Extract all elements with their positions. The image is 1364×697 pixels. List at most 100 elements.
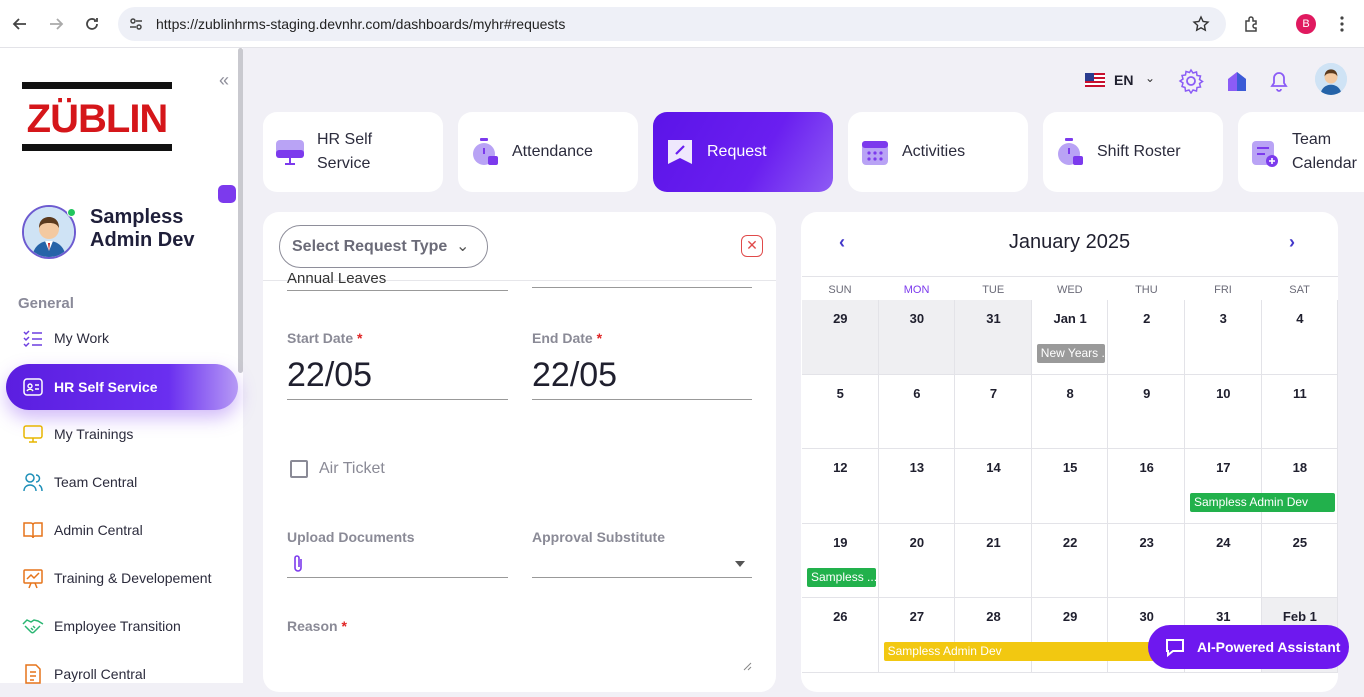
calendar-day-cell[interactable]: 24 [1185,523,1262,598]
request-type-select[interactable]: Select Request Type ⌄ [279,225,488,268]
calendar-day-cell[interactable]: 23 [1108,523,1185,598]
tab-team-calendar[interactable]: Team Calendar [1238,112,1364,192]
home-icon[interactable] [1224,68,1250,94]
tab-attendance[interactable]: Attendance [458,112,638,192]
forward-arrow-icon[interactable] [44,12,68,36]
calendar-day-cell[interactable]: 4 [1261,300,1338,375]
leave-type-value: Annual Leaves [287,270,387,287]
calendar-day-cell[interactable]: 15 [1031,449,1109,524]
calendar-day-cell[interactable]: 29 [1031,598,1109,673]
tab-activities[interactable]: Activities [848,112,1028,192]
weekday-header: THU [1135,284,1158,296]
ai-assistant-button[interactable]: AI-Powered Assistant [1148,625,1349,669]
calendar-day-cell[interactable]: 10 [1185,374,1262,449]
header-avatar[interactable] [1315,63,1347,95]
dropdown-arrow-icon [735,561,745,567]
weekday-header: SUN [828,284,852,296]
sidebar-item-my-work[interactable]: My Work [6,315,238,361]
stopwatch-icon [1058,138,1083,165]
calendar-day-cell[interactable]: 18 [1261,449,1338,524]
profile-avatar[interactable]: B [1294,12,1318,36]
calendar-day-cell[interactable]: 11 [1261,374,1338,449]
sidebar-item-label: Training & Developement [54,570,212,586]
sidebar-item-payroll-central[interactable]: Payroll Central [6,651,238,697]
request-type-placeholder: Select Request Type [292,238,448,255]
calendar-day-cell[interactable]: 16 [1108,449,1185,524]
language-selector[interactable]: EN ⌄ [1085,68,1157,94]
calendar-day-cell[interactable]: 22 [1031,523,1109,598]
calendar-day-cell[interactable]: 7 [955,374,1032,449]
sidebar-item-hr-self-service[interactable]: HR Self Service [6,364,238,410]
calendar-grid-icon [862,141,888,165]
close-button[interactable]: ✕ [741,235,763,257]
calendar-day-cell[interactable]: 21 [955,523,1032,598]
calendar-day-cell[interactable]: 3 [1185,300,1262,375]
calendar-day-cell[interactable]: 12 [802,449,879,524]
sidebar-item-label: Payroll Central [54,666,146,682]
users-icon [23,473,43,492]
address-bar[interactable]: https://zublinhrms-staging.devnhr.com/da… [118,7,1226,41]
gear-icon[interactable] [1178,68,1204,94]
calendar-day-cell[interactable]: 2 [1108,300,1185,375]
sidebar-item-employee-transition[interactable]: Employee Transition [6,603,238,649]
calendar-day-cell[interactable]: 26 [802,598,879,673]
day-number: 31 [1216,609,1231,624]
online-status-dot [67,208,76,217]
back-arrow-icon[interactable] [8,12,32,36]
calendar-day-cell[interactable]: 31 [955,300,1032,375]
leave-type-field[interactable]: Annual Leaves [287,270,507,288]
calendar-day-cell[interactable]: 29 [802,300,879,375]
site-settings-icon[interactable] [128,16,144,32]
end-date-label: End Date * [532,330,603,346]
section-general: General [18,295,74,312]
document-icon [25,664,41,684]
browser-menu-icon[interactable] [1330,12,1354,36]
calendar-event[interactable]: Sampless ... [807,567,876,587]
calendar-day-cell[interactable]: 6 [878,374,956,449]
paperclip-icon[interactable] [291,554,305,574]
air-ticket-checkbox[interactable] [290,460,308,478]
sidebar-item-training-development[interactable]: Training & Developement [6,555,238,601]
sidebar-item-admin-central[interactable]: Admin Central [6,507,238,553]
calendar-day-cell[interactable]: 28 [955,598,1032,673]
checklist-icon [23,330,42,348]
reload-icon[interactable] [80,12,104,36]
tab-shift-roster[interactable]: Shift Roster [1043,112,1223,192]
start-date-input[interactable]: 22/05 [287,356,372,395]
calendar-day-cell[interactable]: 5 [802,374,879,449]
calendar-event[interactable]: Sampless Admin Dev [1190,493,1336,512]
day-number: Jan 1 [1053,311,1087,326]
calendar-day-cell[interactable]: 14 [955,449,1032,524]
calendar-day-cell[interactable]: 20 [878,523,956,598]
end-date-input[interactable]: 22/05 [532,356,617,395]
day-number: 16 [1139,460,1154,475]
calendar-day-cell[interactable]: 19 [802,523,879,598]
resize-handle-icon[interactable] [743,662,752,671]
calendar-day-cell[interactable]: Jan 1 [1031,300,1109,375]
calendar-plus-icon [1252,141,1278,167]
bookmark-star-icon[interactable] [1192,15,1210,33]
tab-hr-self-service[interactable]: HR Self Service [263,112,443,192]
calendar-day-cell[interactable]: 13 [878,449,956,524]
calendar-day-cell[interactable]: 9 [1108,374,1185,449]
calendar-event[interactable]: New Years ... [1036,344,1106,363]
calendar-day-cell[interactable]: 8 [1031,374,1109,449]
calendar-day-cell[interactable]: 30 [878,300,956,375]
apps-icon[interactable] [218,185,236,203]
language-code: EN [1114,72,1134,88]
sidebar-item-my-trainings[interactable]: My Trainings [6,411,238,457]
sidebar-item-team-central[interactable]: Team Central [6,459,238,505]
tab-request[interactable]: Request [653,112,833,192]
approval-substitute-select[interactable] [532,552,752,577]
calendar-event[interactable]: Sampless Admin Dev [883,642,1182,661]
calendar-day-cell[interactable]: 17 [1185,449,1262,524]
day-number: 20 [909,534,925,550]
calendar-day-cell[interactable]: 27 [878,598,956,673]
calendar-day-cell[interactable]: 25 [1261,523,1338,598]
day-number: 6 [913,385,921,401]
day-number: 2 [1143,311,1151,326]
next-month-button[interactable]: › [1289,232,1295,253]
collapse-sidebar-icon[interactable]: « [219,70,229,91]
extensions-icon[interactable] [1240,12,1264,36]
bell-icon[interactable] [1266,68,1292,94]
